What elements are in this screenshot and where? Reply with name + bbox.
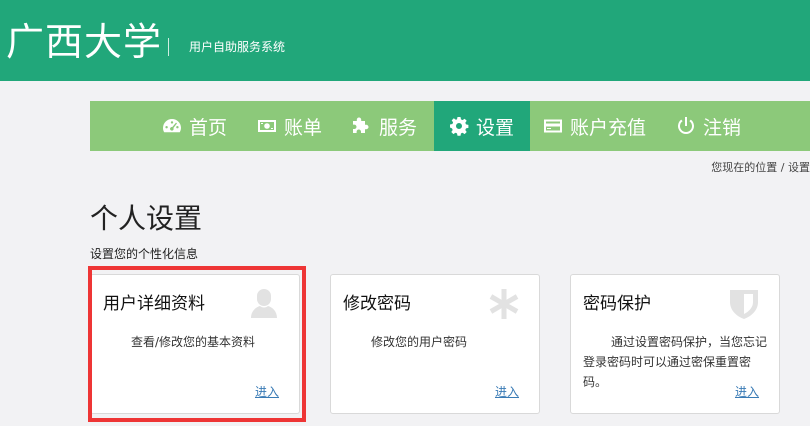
- money-icon: [257, 116, 277, 136]
- puzzle-icon: [352, 116, 372, 136]
- power-icon: [676, 116, 696, 136]
- university-logo: 广西大学: [6, 20, 163, 64]
- nav-item-home[interactable]: 首页: [162, 101, 227, 151]
- nav-item-settings[interactable]: 设置: [434, 101, 530, 151]
- card-title: 用户详细资料: [103, 294, 205, 314]
- card-user-profile: 用户详细资料 查看/修改您的基本资料 进入: [90, 274, 300, 414]
- enter-link[interactable]: 进入: [735, 383, 759, 400]
- page-description: 设置您的个性化信息: [90, 247, 199, 261]
- card-change-password: 修改密码 修改您的用户密码 进入: [330, 274, 540, 414]
- shield-icon: [727, 287, 761, 321]
- nav-item-logout[interactable]: 注销: [676, 101, 741, 151]
- nav-item-services[interactable]: 服务: [352, 101, 417, 151]
- credit-card-icon: [543, 116, 563, 136]
- page-title: 个人设置: [90, 202, 203, 235]
- system-title: 用户自助服务系统: [189, 40, 286, 54]
- nav-label-home: 首页: [189, 116, 228, 139]
- nav-label-recharge: 账户充值: [570, 116, 647, 139]
- card-description: 修改您的用户密码: [371, 335, 468, 349]
- dashboard-icon: [162, 116, 182, 136]
- nav-item-recharge[interactable]: 账户充值: [543, 101, 646, 151]
- nav-label-logout: 注销: [703, 116, 742, 139]
- asterisk-icon: [487, 287, 521, 321]
- gear-icon: [449, 116, 469, 136]
- main-nav: 首页 账单 服务 设置 账户充值 注销: [90, 101, 810, 151]
- nav-label-services: 服务: [379, 116, 418, 139]
- nav-label-bills: 账单: [284, 116, 323, 139]
- breadcrumb: 您现在的位置 / 设置: [711, 161, 810, 174]
- card-description: 查看/修改您的基本资料: [131, 335, 256, 349]
- enter-link[interactable]: 进入: [495, 383, 519, 400]
- nav-label-settings: 设置: [476, 116, 515, 139]
- header-bar: 广西大学 用户自助服务系统: [0, 0, 810, 81]
- card-title: 修改密码: [343, 294, 411, 314]
- enter-link[interactable]: 进入: [255, 383, 279, 400]
- user-icon: [247, 287, 281, 321]
- card-password-protection: 密码保护 通过设置密码保护，当您忘记登录密码时可以通过密保重置密码。 进入: [570, 274, 780, 414]
- nav-item-bills[interactable]: 账单: [257, 101, 322, 151]
- card-title: 密码保护: [583, 294, 651, 314]
- header-divider: [168, 38, 169, 56]
